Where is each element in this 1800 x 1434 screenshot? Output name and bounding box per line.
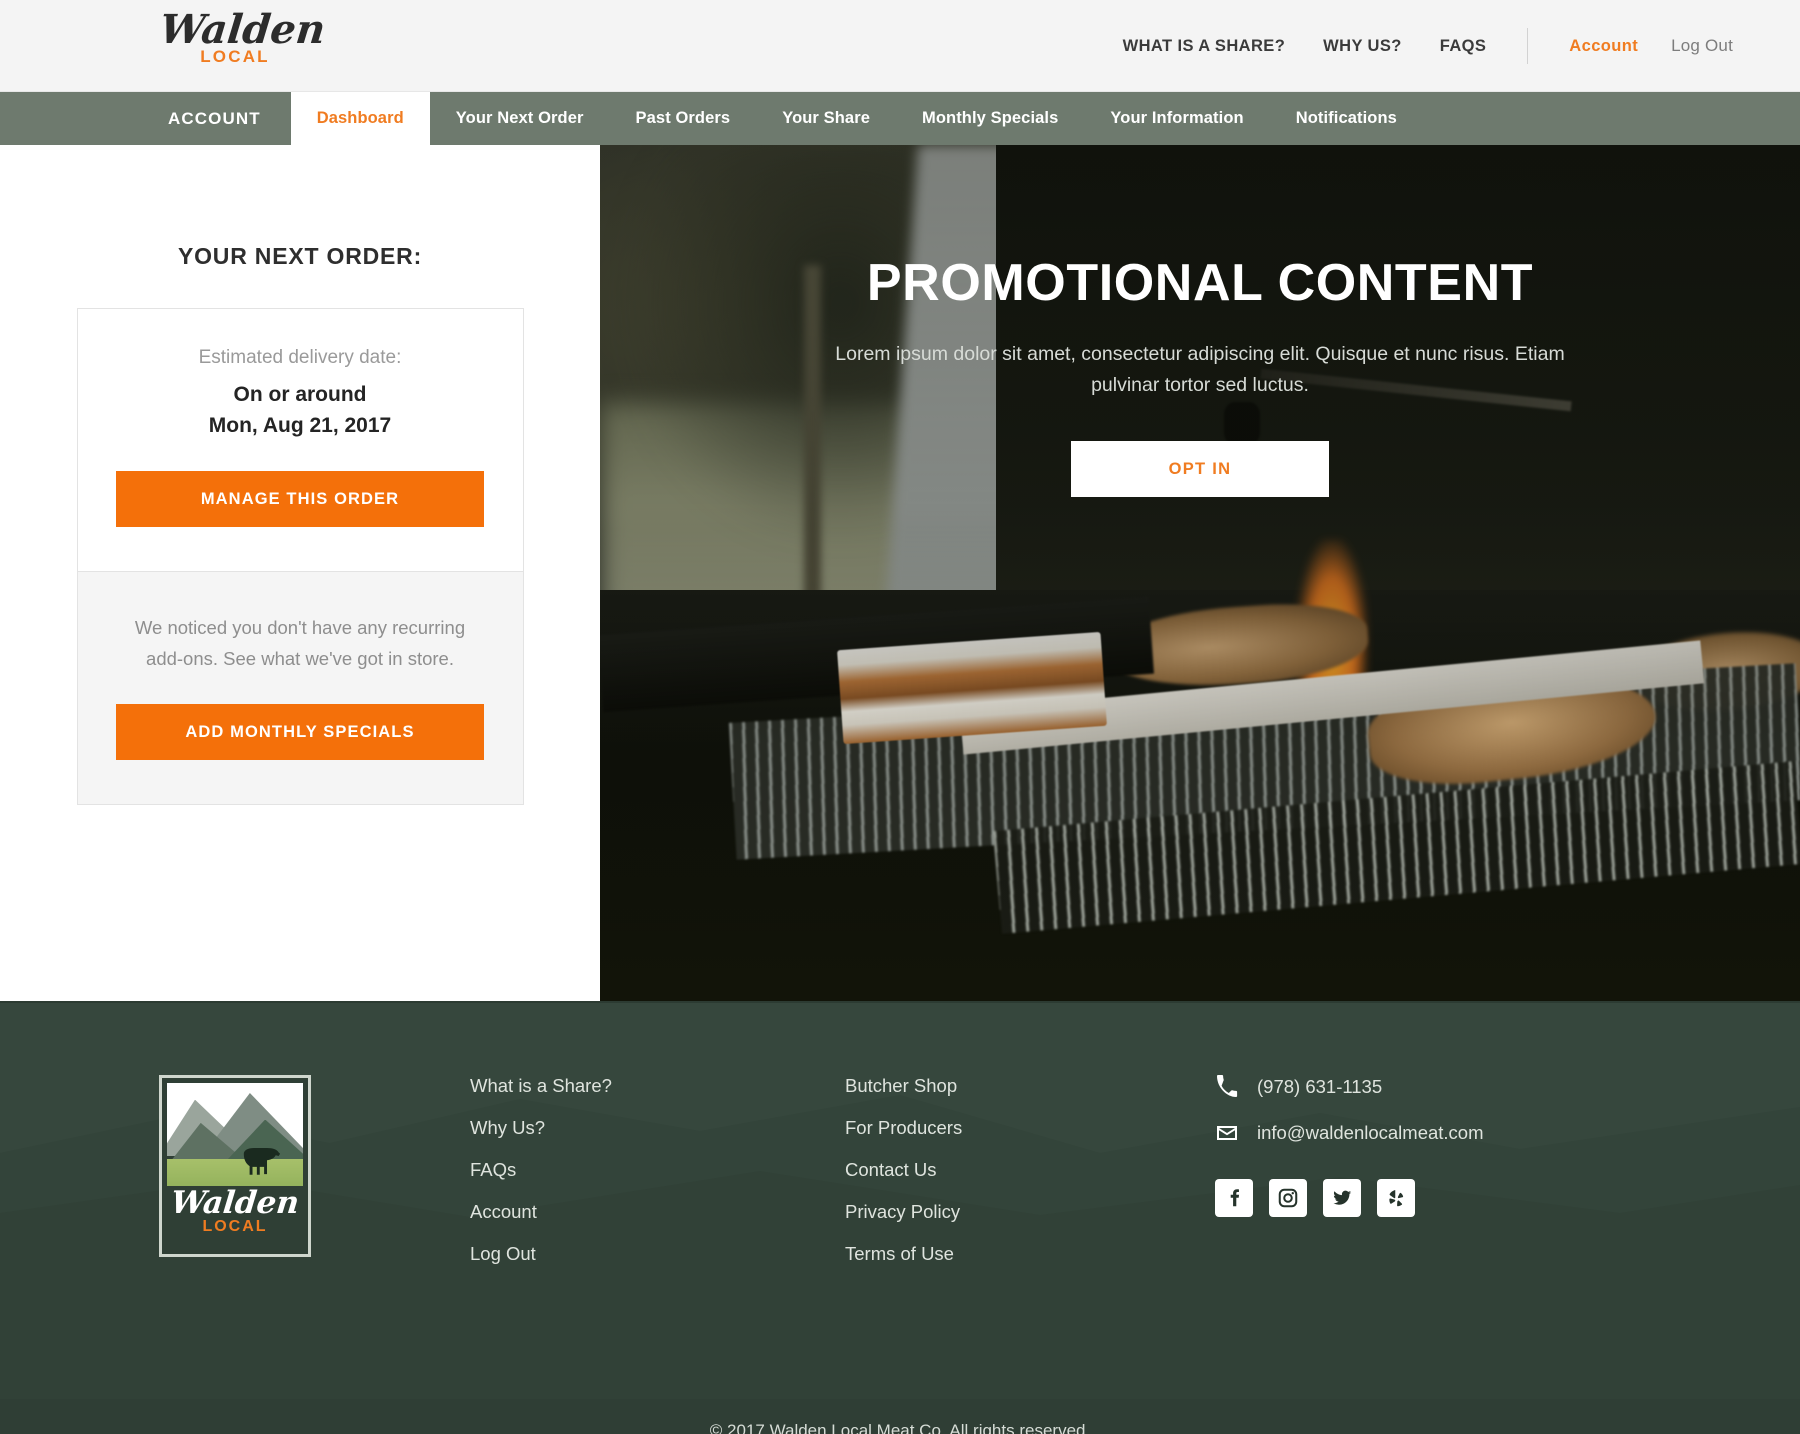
add-ons-note: We noticed you don't have any recurring … xyxy=(134,617,466,669)
primary-navigation: WHAT IS A SHARE? WHY US? FAQS Account Lo… xyxy=(1104,0,1800,92)
facebook-icon[interactable] xyxy=(1215,1179,1253,1217)
cow-icon xyxy=(243,1147,280,1175)
next-order-heading: YOUR NEXT ORDER: xyxy=(177,243,423,269)
footer-email-row[interactable]: info@waldenlocalmeat.com xyxy=(1215,1121,1484,1145)
footer-contact-column: (978) 631-1135 info@waldenlocalmeat.com xyxy=(1215,1075,1484,1265)
nav-account[interactable]: Account xyxy=(1550,37,1652,56)
page-root: Walden LOCAL WHAT IS A SHARE? WHY US? FA… xyxy=(0,0,1800,1434)
phone-icon xyxy=(1217,1075,1238,1097)
footer-columns: Walden LOCAL What is a Share? Why Us? FA… xyxy=(0,1003,1800,1265)
envelope-icon xyxy=(1217,1126,1237,1140)
next-order-card-top: Estimated delivery date: On or around Mo… xyxy=(77,309,523,571)
copyright-text: © 2017 Walden Local Meat Co. All rights … xyxy=(709,1421,1091,1434)
top-header-bar: Walden LOCAL WHAT IS A SHARE? WHY US? FA… xyxy=(0,0,1800,92)
footer-link-terms-of-use[interactable]: Terms of Use xyxy=(845,1243,1215,1265)
footer-link-faqs[interactable]: FAQs xyxy=(470,1159,845,1181)
tab-your-share[interactable]: Your Share xyxy=(756,92,896,145)
logo-wordmark: Walden xyxy=(157,6,328,53)
opt-in-button[interactable]: OPT IN xyxy=(1071,441,1329,497)
estimated-delivery-label: Estimated delivery date: xyxy=(198,347,402,368)
footer-links-column-2: Butcher Shop For Producers Contact Us Pr… xyxy=(845,1075,1215,1265)
site-logo[interactable]: Walden LOCAL xyxy=(157,6,328,67)
nav-faqs[interactable]: FAQS xyxy=(1421,37,1506,56)
account-tabs: Dashboard Your Next Order Past Orders Yo… xyxy=(290,92,1423,145)
tab-monthly-specials[interactable]: Monthly Specials xyxy=(896,92,1084,145)
manage-this-order-button[interactable]: MANAGE THIS ORDER xyxy=(116,471,484,527)
footer-phone-row[interactable]: (978) 631-1135 xyxy=(1215,1075,1484,1099)
promotional-hero: PROMOTIONAL CONTENT Lorem ipsum dolor si… xyxy=(600,145,1800,1001)
nav-divider xyxy=(1527,28,1529,64)
account-section-label: ACCOUNT xyxy=(168,108,261,128)
next-order-card-bottom: We noticed you don't have any recurring … xyxy=(77,571,523,804)
nav-what-is-a-share[interactable]: WHAT IS A SHARE? xyxy=(1104,37,1305,56)
footer-logo-art: Walden LOCAL xyxy=(167,1083,303,1249)
footer-social-links xyxy=(1215,1179,1484,1217)
footer-links-column-1: What is a Share? Why Us? FAQs Account Lo… xyxy=(470,1075,845,1265)
delivery-date-prefix: On or around xyxy=(233,383,367,406)
tab-past-orders[interactable]: Past Orders xyxy=(610,92,757,145)
footer-logo-text: Walden LOCAL xyxy=(167,1184,303,1236)
tab-your-next-order[interactable]: Your Next Order xyxy=(430,92,610,145)
footer-link-for-producers[interactable]: For Producers xyxy=(845,1117,1215,1139)
delivery-date-day: Mon, Aug 21, 2017 xyxy=(208,414,392,437)
site-footer: Walden LOCAL What is a Share? Why Us? FA… xyxy=(0,1001,1800,1399)
footer-link-what-is-a-share[interactable]: What is a Share? xyxy=(470,1075,845,1097)
next-order-card: Estimated delivery date: On or around Mo… xyxy=(76,308,524,805)
instagram-icon[interactable] xyxy=(1269,1179,1307,1217)
tab-dashboard[interactable]: Dashboard xyxy=(290,92,430,145)
account-navigation-bar: ACCOUNT Dashboard Your Next Order Past O… xyxy=(0,92,1800,145)
next-order-panel: YOUR NEXT ORDER: Estimated delivery date… xyxy=(0,145,600,1001)
promo-title: PROMOTIONAL CONTENT xyxy=(866,254,1534,312)
footer-link-butcher-shop[interactable]: Butcher Shop xyxy=(845,1075,1215,1097)
yelp-icon[interactable] xyxy=(1377,1179,1415,1217)
add-monthly-specials-button[interactable]: ADD MONTHLY SPECIALS xyxy=(116,704,484,760)
footer-link-privacy-policy[interactable]: Privacy Policy xyxy=(845,1201,1215,1223)
tab-your-information[interactable]: Your Information xyxy=(1084,92,1269,145)
footer-logo-wrapper[interactable]: Walden LOCAL xyxy=(0,1075,470,1265)
logo-pasture xyxy=(167,1159,303,1188)
footer-email-address: info@waldenlocalmeat.com xyxy=(1257,1122,1484,1143)
footer-link-log-out[interactable]: Log Out xyxy=(470,1243,845,1265)
nav-log-out[interactable]: Log Out xyxy=(1652,36,1752,56)
promo-content: PROMOTIONAL CONTENT Lorem ipsum dolor si… xyxy=(600,145,1800,497)
nav-why-us[interactable]: WHY US? xyxy=(1304,37,1421,56)
footer-link-account[interactable]: Account xyxy=(470,1201,845,1223)
footer-phone-number: (978) 631-1135 xyxy=(1257,1076,1383,1097)
footer-logo-badge: Walden LOCAL xyxy=(159,1075,311,1257)
footer-link-contact-us[interactable]: Contact Us xyxy=(845,1159,1215,1181)
copyright-bar: © 2017 Walden Local Meat Co. All rights … xyxy=(0,1399,1800,1434)
main-content: YOUR NEXT ORDER: Estimated delivery date… xyxy=(0,145,1800,1001)
footer-logo-wordmark: Walden xyxy=(169,1184,301,1221)
twitter-icon[interactable] xyxy=(1323,1179,1361,1217)
footer-link-why-us[interactable]: Why Us? xyxy=(470,1117,845,1139)
promo-body-text: Lorem ipsum dolor sit amet, consectetur … xyxy=(835,343,1565,396)
delivery-date-value: On or around Mon, Aug 21, 2017 xyxy=(108,379,493,441)
tab-notifications[interactable]: Notifications xyxy=(1270,92,1423,145)
